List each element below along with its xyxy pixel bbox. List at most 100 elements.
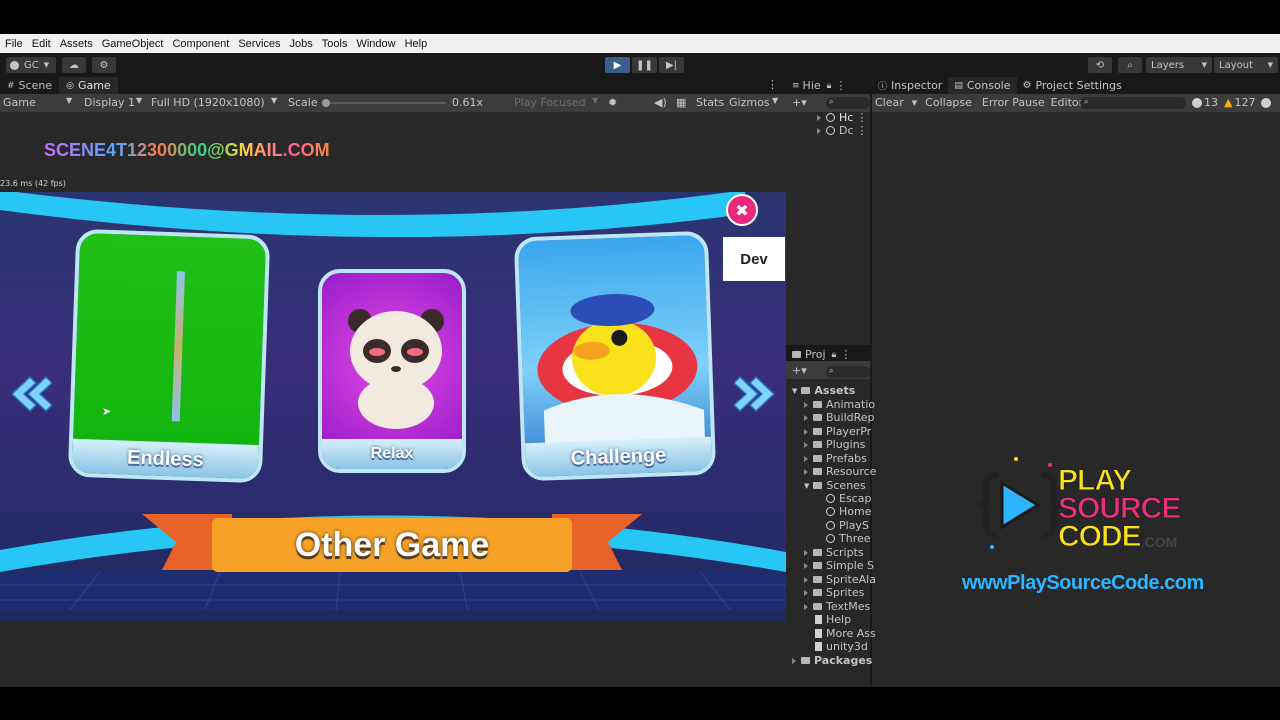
- menu-edit[interactable]: Edit: [32, 38, 51, 50]
- scene-file[interactable]: Escap: [826, 492, 871, 505]
- cloud-button[interactable]: ☁: [62, 57, 86, 73]
- hierarchy-item[interactable]: Hc ⋮: [817, 111, 867, 124]
- resolution-dropdown[interactable]: Full HD (1920x1080): [151, 96, 265, 109]
- expand-arrow-icon[interactable]: [817, 127, 821, 134]
- project-add-button[interactable]: +▾: [792, 364, 807, 377]
- expand-arrow-icon[interactable]: [804, 414, 808, 421]
- account-dropdown[interactable]: GC ▼: [6, 57, 56, 73]
- expand-arrow-icon[interactable]: [804, 428, 808, 435]
- kebab-menu-icon[interactable]: ⋮: [840, 348, 851, 361]
- tab-project[interactable]: Proj 🔒︎ ⋮: [792, 348, 851, 361]
- project-root-assets[interactable]: ▼ Assets: [792, 384, 855, 397]
- warning-icon[interactable]: ▲: [1224, 96, 1232, 109]
- layout-dropdown[interactable]: Layout ▼: [1214, 57, 1278, 73]
- search-button[interactable]: ⌕: [1118, 57, 1142, 73]
- expand-arrow-icon[interactable]: [792, 657, 796, 664]
- tab-inspector[interactable]: ⓘ Inspector: [872, 79, 948, 92]
- tab-hierarchy[interactable]: ≡ Hie 🔒︎ ⋮: [792, 79, 846, 92]
- scene-file[interactable]: PlayS: [826, 519, 869, 532]
- project-folder[interactable]: SpriteAla: [804, 573, 876, 586]
- tab-project-settings[interactable]: ⚙ Project Settings: [1017, 79, 1128, 92]
- scale-slider[interactable]: [322, 99, 446, 107]
- menu-file[interactable]: File: [5, 38, 23, 50]
- bug-icon[interactable]: ✹: [608, 96, 617, 109]
- layers-dropdown[interactable]: Layers ▼: [1146, 57, 1212, 73]
- expand-arrow-icon[interactable]: [804, 549, 808, 556]
- scene-file[interactable]: Three: [826, 532, 871, 545]
- card-challenge[interactable]: Challenge: [513, 230, 717, 482]
- play-button[interactable]: ▶: [605, 57, 630, 73]
- kebab-menu-icon[interactable]: ⋮: [835, 79, 846, 92]
- expand-arrow-icon[interactable]: ▼: [792, 387, 797, 395]
- project-file[interactable]: More Ass: [815, 627, 876, 640]
- console-search-input[interactable]: ⌕: [1080, 97, 1186, 109]
- scale-slider-handle[interactable]: [322, 99, 330, 107]
- project-folder[interactable]: Animatio: [804, 398, 875, 411]
- left-arrow-icon[interactable]: [8, 375, 52, 413]
- play-focused-dropdown[interactable]: Play Focused: [514, 96, 586, 109]
- expand-arrow-icon[interactable]: [804, 562, 808, 569]
- menu-assets[interactable]: Assets: [60, 38, 93, 50]
- project-file[interactable]: Help: [815, 613, 851, 626]
- error-icon[interactable]: [1261, 97, 1272, 108]
- expand-arrow-icon[interactable]: [804, 401, 808, 408]
- collab-button[interactable]: ⚙: [92, 57, 116, 73]
- game-view[interactable]: SCENE4T12300000@GMAIL.COM 23.6 ms (42 fp…: [0, 112, 786, 700]
- menu-tools[interactable]: Tools: [322, 38, 348, 50]
- project-folder[interactable]: BuildRep: [804, 411, 875, 424]
- chevron-down-icon[interactable]: ▼: [912, 99, 917, 107]
- menu-window[interactable]: Window: [356, 38, 395, 50]
- lock-icon[interactable]: 🔒︎: [832, 350, 837, 360]
- game-mode-dropdown[interactable]: Game: [3, 96, 36, 109]
- lock-icon[interactable]: 🔒︎: [827, 81, 832, 91]
- error-pause-button[interactable]: Error Pause: [982, 96, 1045, 109]
- project-folder[interactable]: PlayerPr: [804, 425, 871, 438]
- project-file[interactable]: unity3d: [815, 640, 868, 653]
- right-arrow-icon[interactable]: [734, 375, 778, 413]
- project-folder[interactable]: Prefabs: [804, 452, 867, 465]
- step-button[interactable]: ▶|: [659, 57, 684, 73]
- expand-arrow-icon[interactable]: [804, 589, 808, 596]
- expand-arrow-icon[interactable]: [804, 576, 808, 583]
- dock-divider[interactable]: [870, 77, 872, 687]
- add-button[interactable]: +▾: [792, 96, 807, 109]
- collapse-button[interactable]: Collapse: [925, 96, 972, 109]
- hierarchy-search-input[interactable]: ⌕: [826, 97, 870, 109]
- expand-arrow-icon[interactable]: [804, 468, 808, 475]
- project-folder-scenes[interactable]: ▼ Scenes: [804, 479, 866, 492]
- kebab-menu-icon[interactable]: ⋮: [856, 111, 867, 124]
- stats-button[interactable]: Stats: [696, 96, 724, 109]
- menu-help[interactable]: Help: [405, 38, 428, 50]
- expand-arrow-icon[interactable]: ▼: [804, 482, 809, 490]
- display-dropdown[interactable]: Display 1: [84, 96, 135, 109]
- kebab-menu-icon[interactable]: ⋮: [857, 124, 868, 137]
- speaker-icon[interactable]: ◀): [654, 96, 667, 109]
- close-button[interactable]: ✖: [726, 194, 758, 226]
- tab-console[interactable]: ▤ Console: [948, 77, 1017, 94]
- pause-button[interactable]: ❚❚: [632, 57, 657, 73]
- card-endless[interactable]: Endless: [67, 228, 271, 484]
- project-folder[interactable]: Simple S: [804, 559, 874, 572]
- tab-game[interactable]: ◎ Game: [59, 77, 118, 94]
- history-button[interactable]: ⟲: [1088, 57, 1112, 73]
- info-count-icon[interactable]: [1192, 97, 1202, 108]
- project-root-packages[interactable]: Packages: [792, 654, 872, 667]
- editor-dropdown[interactable]: Editor: [1051, 96, 1084, 109]
- project-folder[interactable]: TextMes: [804, 600, 870, 613]
- project-folder[interactable]: Sprites: [804, 586, 864, 599]
- hierarchy-item[interactable]: Dc ⋮: [817, 124, 868, 137]
- gizmos-button[interactable]: Gizmos: [729, 96, 770, 109]
- expand-arrow-icon[interactable]: [817, 114, 821, 121]
- project-folder[interactable]: Scripts: [804, 546, 864, 559]
- project-search-input[interactable]: ⌕: [826, 366, 870, 378]
- expand-arrow-icon[interactable]: [804, 603, 808, 610]
- menu-jobs[interactable]: Jobs: [290, 38, 313, 50]
- menu-component[interactable]: Component: [172, 38, 229, 50]
- keyboard-icon[interactable]: ▦: [676, 96, 686, 109]
- tab-scene[interactable]: # Scene: [0, 77, 59, 94]
- scene-file[interactable]: Home: [826, 505, 871, 518]
- card-relax[interactable]: Relax: [318, 269, 466, 473]
- menu-gameobject[interactable]: GameObject: [102, 38, 164, 50]
- clear-button[interactable]: Clear: [875, 96, 904, 109]
- project-folder[interactable]: Plugins: [804, 438, 865, 451]
